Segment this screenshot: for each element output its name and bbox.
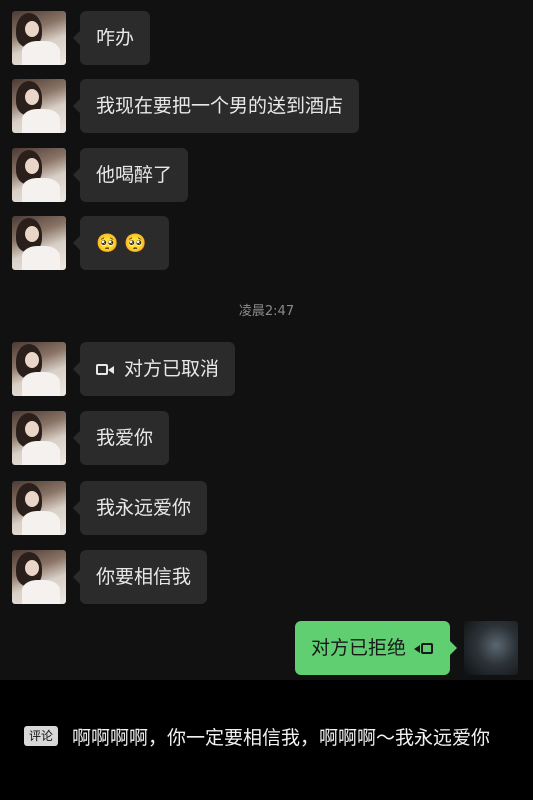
video-call-icon bbox=[96, 363, 116, 377]
sent-call-record-bubble[interactable]: 对方已拒绝 bbox=[294, 621, 458, 675]
message-row: 你要相信我 bbox=[0, 550, 533, 610]
message-row: 他喝醉了 bbox=[0, 148, 533, 208]
call-record-bubble[interactable]: 对方已取消 bbox=[72, 342, 236, 396]
message-row: 我永远爱你 bbox=[0, 481, 533, 541]
contact-avatar[interactable] bbox=[12, 216, 66, 270]
message-row: 咋办 bbox=[0, 11, 533, 71]
crying-face-emoji-icon: 🥺🥺 bbox=[96, 233, 153, 254]
message-bubble[interactable]: 我永远爱你 bbox=[72, 481, 208, 535]
message-row: 对方已取消 bbox=[0, 342, 533, 402]
message-bubble[interactable]: 你要相信我 bbox=[72, 550, 208, 604]
comment-text: 啊啊啊啊，你一定要相信我，啊啊啊～我永远爱你 bbox=[72, 727, 491, 749]
call-status-text: 对方已拒绝 bbox=[310, 637, 406, 659]
timestamp: 凌晨2:47 bbox=[238, 304, 295, 319]
chat-area: 咋办 我现在要把一个男的送到酒店 他喝醉了 🥺🥺 凌晨2:47 对方已取消 我爱… bbox=[0, 0, 533, 680]
my-avatar[interactable] bbox=[464, 621, 518, 675]
message-bubble[interactable]: 他喝醉了 bbox=[72, 148, 189, 202]
message-bubble[interactable]: 咋办 bbox=[72, 11, 151, 65]
video-call-icon bbox=[414, 642, 434, 656]
message-bubble[interactable]: 我爱你 bbox=[72, 411, 170, 465]
contact-avatar[interactable] bbox=[12, 550, 66, 604]
contact-avatar[interactable] bbox=[12, 411, 66, 465]
message-row: 我爱你 bbox=[0, 411, 533, 471]
contact-avatar[interactable] bbox=[12, 79, 66, 133]
contact-avatar[interactable] bbox=[12, 481, 66, 535]
call-status-text: 对方已取消 bbox=[124, 358, 220, 380]
message-bubble[interactable]: 🥺🥺 bbox=[73, 216, 169, 270]
message-bubble[interactable]: 我现在要把一个男的送到酒店 bbox=[72, 79, 360, 133]
contact-avatar[interactable] bbox=[12, 148, 66, 202]
message-row: 🥺🥺 bbox=[0, 216, 533, 276]
contact-avatar[interactable] bbox=[12, 11, 66, 65]
message-row: 我现在要把一个男的送到酒店 bbox=[0, 79, 533, 139]
contact-avatar[interactable] bbox=[12, 342, 66, 396]
